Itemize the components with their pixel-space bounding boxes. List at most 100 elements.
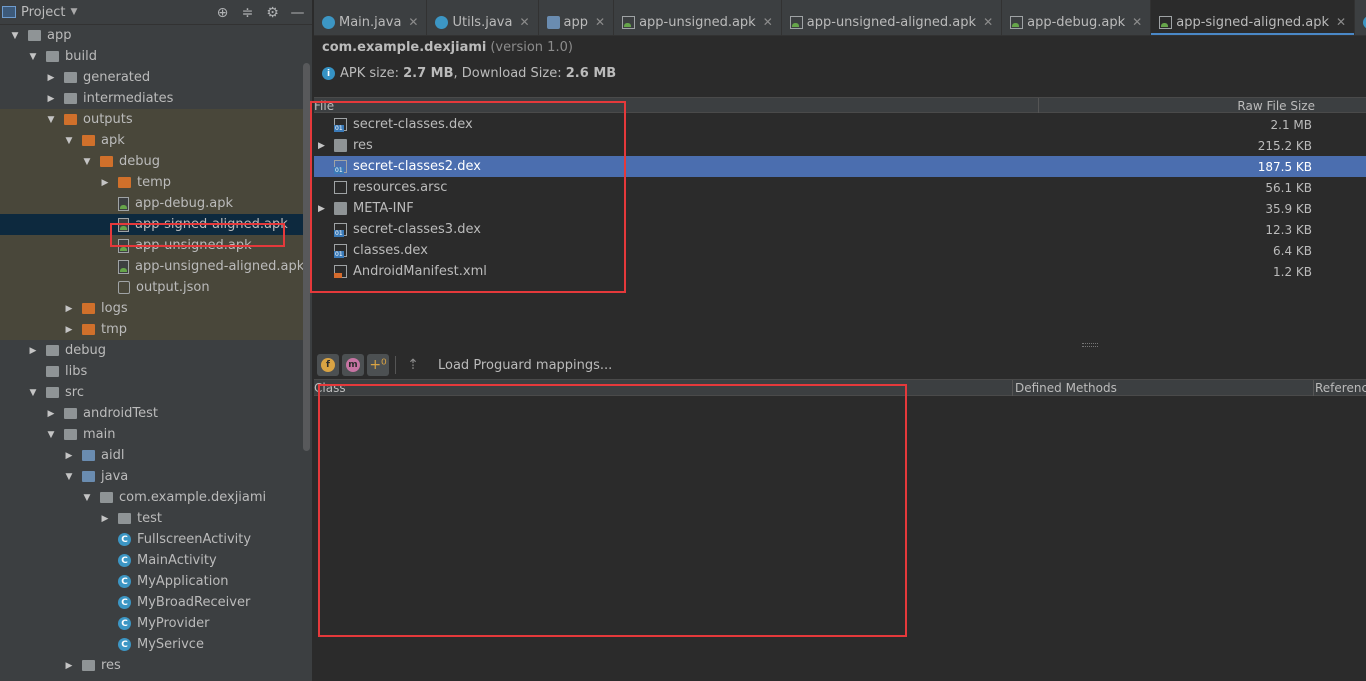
- file-size: 12.3 KB: [1265, 222, 1312, 237]
- column-raw-file-size[interactable]: Raw File Size: [1237, 99, 1315, 113]
- tree-item[interactable]: ▶ temp: [0, 172, 303, 193]
- tree-item-label: tmp: [101, 322, 128, 337]
- chevron-right-icon[interactable]: ▶: [64, 451, 74, 461]
- tree-item[interactable]: ▼ main: [0, 424, 303, 445]
- close-icon[interactable]: ✕: [983, 15, 993, 29]
- project-view-selector[interactable]: Project: [21, 5, 65, 20]
- apk-file-icon: [1010, 16, 1024, 29]
- tree-item-label: intermediates: [83, 91, 174, 106]
- chevron-right-icon[interactable]: ▶: [100, 178, 110, 188]
- column-defined-methods[interactable]: Defined Methods: [1015, 381, 1117, 395]
- chevron-down-icon[interactable]: ▼: [10, 31, 20, 41]
- project-panel-header: Project ▼ ⊕ ≑ ⚙ —: [0, 0, 312, 25]
- pane-splitter-handle[interactable]: [1082, 343, 1098, 347]
- folder-orange-icon: [64, 114, 77, 125]
- column-divider[interactable]: [1012, 380, 1013, 396]
- chevron-right-icon[interactable]: ▶: [46, 94, 56, 104]
- chevron-down-icon[interactable]: ▼: [82, 157, 92, 167]
- editor-tab[interactable]: app-signed-aligned.apk ✕: [1151, 0, 1356, 35]
- tree-item[interactable]: C MyBroadReceiver: [0, 592, 303, 613]
- close-icon[interactable]: ✕: [763, 15, 773, 29]
- chevron-down-icon[interactable]: ▼: [70, 7, 77, 17]
- editor-tab[interactable]: app-debug.apk ✕: [1002, 0, 1152, 35]
- gear-icon[interactable]: ⚙: [264, 4, 281, 21]
- tree-item[interactable]: C MyApplication: [0, 571, 303, 592]
- tree-scrollbar[interactable]: [303, 63, 310, 451]
- chevron-right-icon[interactable]: ▶: [28, 346, 38, 356]
- tree-item[interactable]: ▼ apk: [0, 130, 303, 151]
- tree-item[interactable]: ▶ test: [0, 508, 303, 529]
- tree-item[interactable]: C MainActivity: [0, 550, 303, 571]
- show-methods-button[interactable]: m: [342, 354, 364, 376]
- apk-size-value: 2.7 MB: [403, 66, 454, 81]
- close-icon[interactable]: ✕: [595, 15, 605, 29]
- editor-tab[interactable]: app ✕: [539, 0, 615, 35]
- tree-item-label: FullscreenActivity: [137, 532, 252, 547]
- class-icon: C: [118, 533, 131, 546]
- tree-item[interactable]: C MyProvider: [0, 613, 303, 634]
- tree-item[interactable]: ▼ com.example.dexjiami: [0, 487, 303, 508]
- close-icon[interactable]: ✕: [1132, 15, 1142, 29]
- tree-item[interactable]: app-debug.apk: [0, 193, 303, 214]
- editor-tab[interactable]: ProxyApp: [1355, 0, 1366, 35]
- tree-item[interactable]: ▶ res: [0, 655, 303, 676]
- chevron-down-icon[interactable]: ▼: [28, 388, 38, 398]
- close-icon[interactable]: ✕: [519, 15, 529, 29]
- tree-item[interactable]: ▶ generated: [0, 67, 303, 88]
- tree-item[interactable]: output.json: [0, 277, 303, 298]
- tree-item[interactable]: ▼ java: [0, 466, 303, 487]
- editor-tab[interactable]: Main.java ✕: [314, 0, 428, 35]
- folder-blue-icon: [82, 471, 95, 482]
- dex-toolbar: f m +⁰ ⇡ Load Proguard mappings...: [314, 352, 1366, 378]
- column-divider[interactable]: [1038, 98, 1039, 113]
- tree-item[interactable]: ▶ tmp: [0, 319, 303, 340]
- collapse-all-icon[interactable]: ≑: [239, 4, 256, 21]
- tree-item[interactable]: C MySerivce: [0, 634, 303, 655]
- tree-item[interactable]: ▼ app: [0, 25, 303, 46]
- chevron-down-icon[interactable]: ▼: [46, 115, 56, 125]
- tree-item[interactable]: libs: [0, 361, 303, 382]
- tree-item[interactable]: ▶ androidTest: [0, 403, 303, 424]
- chevron-right-icon[interactable]: ▶: [64, 304, 74, 314]
- tree-item-label: app: [47, 28, 72, 43]
- chevron-down-icon[interactable]: ▼: [64, 472, 74, 482]
- editor-tab[interactable]: Utils.java ✕: [427, 0, 539, 35]
- chevron-down-icon[interactable]: ▼: [64, 136, 74, 146]
- chevron-right-icon[interactable]: ▶: [64, 661, 74, 671]
- tree-item[interactable]: ▼ build: [0, 46, 303, 67]
- close-icon[interactable]: ✕: [1336, 15, 1346, 29]
- tree-item[interactable]: ▼ outputs: [0, 109, 303, 130]
- usages-icon[interactable]: ⇡: [402, 357, 424, 373]
- chevron-right-icon[interactable]: ▶: [100, 514, 110, 524]
- editor-tab[interactable]: app-unsigned.apk ✕: [614, 0, 782, 35]
- show-fields-button[interactable]: f: [317, 354, 339, 376]
- close-icon[interactable]: ✕: [408, 15, 418, 29]
- tree-item[interactable]: app-unsigned-aligned.apk: [0, 256, 304, 277]
- folder-icon: [46, 345, 59, 356]
- file-size: 6.4 KB: [1273, 243, 1312, 258]
- chevron-right-icon[interactable]: ▶: [46, 73, 56, 83]
- column-referenced-methods[interactable]: Referenc: [1315, 381, 1366, 395]
- load-proguard-button[interactable]: Load Proguard mappings...: [438, 358, 612, 373]
- chevron-down-icon[interactable]: ▼: [82, 493, 92, 503]
- tree-item[interactable]: ▶ logs: [0, 298, 303, 319]
- show-references-button[interactable]: +⁰: [367, 354, 389, 376]
- tree-item[interactable]: ▶ debug: [0, 340, 303, 361]
- folder-blue-icon: [82, 450, 95, 461]
- chevron-down-icon[interactable]: ▼: [46, 430, 56, 440]
- chevron-down-icon[interactable]: ▼: [28, 52, 38, 62]
- chevron-right-icon[interactable]: ▶: [64, 325, 74, 335]
- tree-item[interactable]: ▶ aidl: [0, 445, 303, 466]
- tree-item-label: output.json: [136, 280, 210, 295]
- column-divider[interactable]: [1313, 380, 1314, 396]
- tree-item-label: src: [65, 385, 84, 400]
- chevron-right-icon[interactable]: ▶: [46, 409, 56, 419]
- tree-item[interactable]: ▼ src: [0, 382, 303, 403]
- locate-icon[interactable]: ⊕: [214, 4, 231, 21]
- tree-item[interactable]: ▶ intermediates: [0, 88, 303, 109]
- hide-icon[interactable]: —: [289, 4, 306, 21]
- editor-tab[interactable]: app-unsigned-aligned.apk ✕: [782, 0, 1003, 35]
- tree-item[interactable]: C FullscreenActivity: [0, 529, 303, 550]
- editor-tabs: Main.java ✕ Utils.java ✕ app ✕ app-unsigned.ap…: [314, 0, 1366, 36]
- tree-item[interactable]: ▼ debug: [0, 151, 303, 172]
